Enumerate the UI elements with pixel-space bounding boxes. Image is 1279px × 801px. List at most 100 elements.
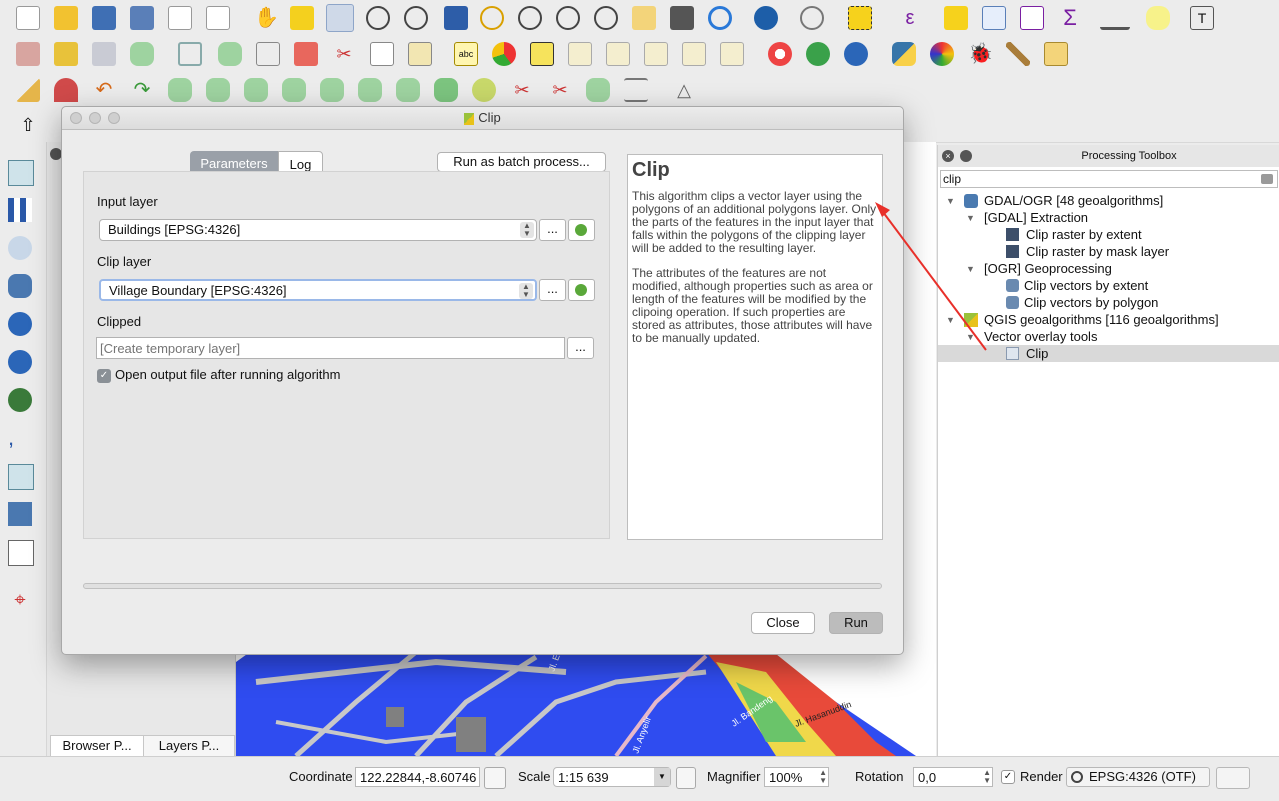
redo-icon[interactable]: ↷: [130, 78, 154, 102]
delete-icon[interactable]: [294, 42, 318, 66]
render-checkbox[interactable]: ✓: [1001, 770, 1015, 784]
window-minimize-button[interactable]: [89, 112, 101, 124]
new-shapefile-icon[interactable]: [8, 540, 34, 566]
add-ring-icon[interactable]: [244, 78, 268, 102]
chevron-updown-icon[interactable]: ▲ ▼: [520, 222, 534, 238]
lock-scale-icon[interactable]: [676, 767, 696, 789]
clipped-output-input[interactable]: [96, 337, 565, 359]
clip-layer-browse-button[interactable]: ...: [539, 279, 566, 301]
split-features-icon[interactable]: ✂: [510, 78, 534, 102]
deselect-icon[interactable]: [944, 6, 968, 30]
messages-icon[interactable]: [1216, 767, 1250, 789]
add-wcs-icon[interactable]: [8, 350, 32, 374]
add-postgis-icon[interactable]: [8, 274, 32, 298]
expand-arrow-icon[interactable]: ▼: [946, 312, 955, 329]
clip-layer-iterate-button[interactable]: [568, 279, 595, 301]
zoom-to-layer-icon[interactable]: [518, 6, 542, 30]
chevron-down-icon[interactable]: ▼: [654, 768, 670, 786]
map-tips-icon[interactable]: [1146, 6, 1170, 30]
new-project-icon[interactable]: [16, 6, 40, 30]
rotate-label-icon[interactable]: [682, 42, 706, 66]
open-output-checkbox[interactable]: ✓: [97, 369, 111, 383]
fill-ring-icon[interactable]: [320, 78, 344, 102]
expand-arrow-icon[interactable]: ▼: [946, 193, 955, 210]
open-project-icon[interactable]: [54, 6, 78, 30]
rotation-spinbox[interactable]: 0,0 ▲ ▼: [913, 767, 993, 787]
copy-icon[interactable]: [370, 42, 394, 66]
magnifier-spinbox[interactable]: 100% ▲ ▼: [764, 767, 829, 787]
notes-icon[interactable]: [1044, 42, 1068, 66]
toggle-extents-mouse-icon[interactable]: [484, 767, 506, 789]
offset-curve-icon[interactable]: [472, 78, 496, 102]
window-close-button[interactable]: [70, 112, 82, 124]
color-wheel-icon[interactable]: [930, 42, 954, 66]
attribute-table-icon[interactable]: [982, 6, 1006, 30]
new-bookmark-icon[interactable]: [632, 6, 656, 30]
save-as-icon[interactable]: [130, 6, 154, 30]
save-edits-icon[interactable]: [92, 42, 116, 66]
scale-combo[interactable]: 1:15 639 ▼: [553, 767, 671, 787]
simplify-icon[interactable]: [206, 78, 230, 102]
field-calculator-icon[interactable]: [1020, 6, 1044, 30]
move-feature-icon[interactable]: [218, 42, 242, 66]
layer-diagram-icon[interactable]: [492, 42, 516, 66]
node-edit-icon[interactable]: [256, 42, 280, 66]
zoom-next-icon[interactable]: [594, 6, 618, 30]
window-zoom-button[interactable]: [108, 112, 120, 124]
select-by-expression-icon[interactable]: [800, 6, 824, 30]
run-batch-button[interactable]: Run as batch process...: [437, 152, 606, 172]
select-features-icon[interactable]: [848, 6, 872, 30]
add-raster-layer-icon[interactable]: [8, 198, 32, 222]
split-parts-icon[interactable]: ✂: [548, 78, 572, 102]
show-bookmarks-icon[interactable]: [670, 6, 694, 30]
tab-browser-panel[interactable]: Browser P...: [50, 735, 144, 757]
pencil-icon[interactable]: [54, 42, 78, 66]
save-project-icon[interactable]: [92, 6, 116, 30]
paste-icon[interactable]: [408, 42, 432, 66]
zoom-last-icon[interactable]: [556, 6, 580, 30]
undo-icon[interactable]: ↶: [92, 78, 116, 102]
rotate-feature-icon[interactable]: [168, 78, 192, 102]
highlight-label-icon[interactable]: [530, 42, 554, 66]
clip-layer-select[interactable]: Village Boundary [EPSG:4326] ▲ ▼: [99, 279, 537, 301]
add-delimited-text-icon[interactable]: ,: [8, 426, 32, 450]
composer-manager-icon[interactable]: [206, 6, 230, 30]
new-print-composer-icon[interactable]: [168, 6, 192, 30]
run-button[interactable]: Run: [829, 612, 883, 634]
node-tool-icon[interactable]: [178, 42, 202, 66]
add-wfs-icon[interactable]: [8, 388, 32, 412]
globe-plugin-icon[interactable]: [806, 42, 830, 66]
select-by-value-icon[interactable]: ε: [898, 6, 922, 30]
zoom-out-icon[interactable]: [366, 6, 390, 30]
expand-arrow-icon[interactable]: ▼: [966, 210, 975, 227]
measure-icon[interactable]: [1100, 6, 1130, 30]
text-annotation-icon[interactable]: T: [1190, 6, 1214, 30]
statistics-sigma-icon[interactable]: Σ: [1058, 6, 1082, 30]
crosshair-icon[interactable]: ⌖: [8, 588, 32, 612]
reshape-icon[interactable]: [434, 78, 458, 102]
move-label-icon[interactable]: [644, 42, 668, 66]
tool-hammer-icon[interactable]: [1006, 42, 1030, 66]
pan-hand-icon[interactable]: ✋: [254, 6, 279, 30]
tab-layers-panel[interactable]: Layers P...: [143, 735, 235, 757]
input-layer-iterate-button[interactable]: [568, 219, 595, 241]
delete-part-icon[interactable]: [396, 78, 420, 102]
chevron-updown-icon[interactable]: ▲ ▼: [519, 283, 533, 299]
merge-features-icon[interactable]: [586, 78, 610, 102]
clear-search-icon[interactable]: [1261, 174, 1273, 184]
add-db-layer-icon[interactable]: [8, 502, 32, 526]
crs-button[interactable]: EPSG:4326 (OTF): [1066, 767, 1210, 787]
add-virtual-layer-icon[interactable]: [8, 464, 34, 490]
digitize-triangle-icon[interactable]: [16, 78, 40, 102]
coordinate-field[interactable]: 122.22844,-8.60746: [355, 767, 480, 787]
bug-debug-icon[interactable]: 🐞: [968, 42, 993, 66]
zoom-full-icon[interactable]: [444, 6, 468, 30]
delete-ring-icon[interactable]: [358, 78, 382, 102]
merge-attributes-icon[interactable]: [624, 78, 648, 102]
close-button[interactable]: Close: [751, 612, 815, 634]
zoom-native-icon[interactable]: [404, 6, 428, 30]
pan-to-selection-icon[interactable]: [290, 6, 314, 30]
clipped-output-browse-button[interactable]: ...: [567, 337, 594, 359]
spinner-icon[interactable]: ▲ ▼: [819, 769, 827, 785]
north-arrow-icon[interactable]: ⇧: [16, 113, 40, 137]
